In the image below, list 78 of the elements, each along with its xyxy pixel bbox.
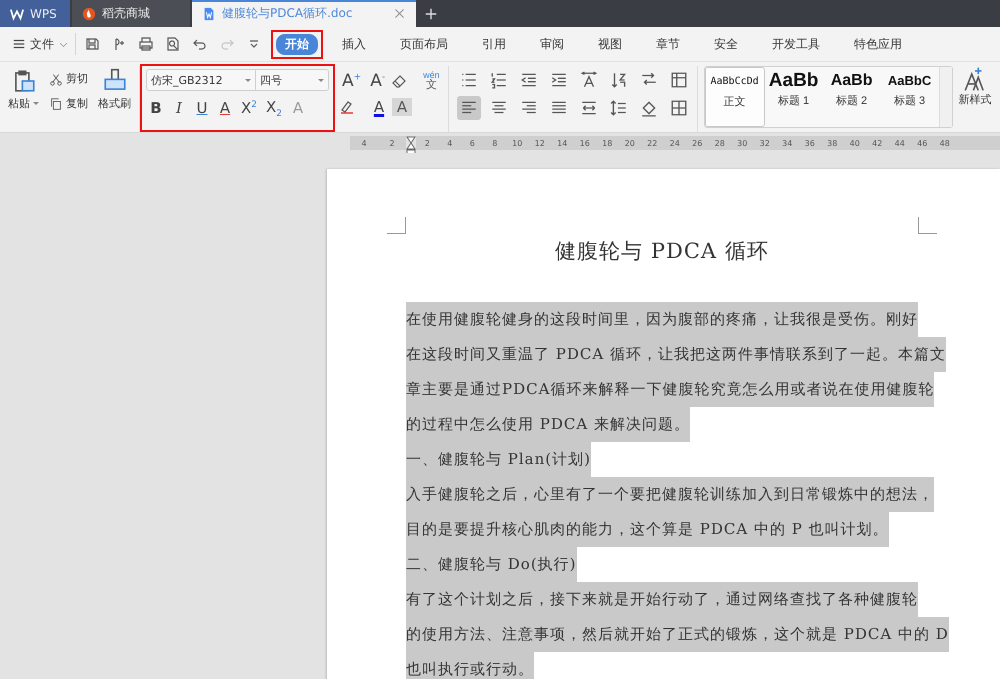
ruler-number: 32	[758, 138, 771, 148]
character-shading-button[interactable]: A	[392, 98, 412, 116]
eraser-icon[interactable]	[391, 73, 408, 89]
caret-icon	[33, 102, 39, 105]
ribbon-tab[interactable]: 页面布局	[389, 34, 459, 54]
document-title: 健腹轮与 PDCA 循环	[554, 238, 770, 265]
menu-icon	[12, 37, 26, 51]
ribbon-tab[interactable]: 审阅	[529, 34, 575, 54]
style-preset[interactable]: AaBb 标题 1	[764, 67, 823, 127]
ruler-number: 10	[511, 138, 524, 148]
ribbon-tab[interactable]: 视图	[587, 34, 633, 54]
ruler-number: 46	[916, 138, 928, 148]
font-color-button[interactable]: A	[369, 98, 389, 116]
scissors-icon	[49, 72, 63, 86]
print-preview-icon[interactable]	[165, 36, 181, 52]
cut-button[interactable]: 剪切	[47, 69, 90, 88]
ruler-number: 42	[871, 138, 884, 148]
crop-mark	[387, 217, 406, 234]
ribbon-tab[interactable]: 安全	[703, 34, 749, 54]
ruler-number: 28	[714, 138, 726, 148]
ruler-number: 2	[388, 138, 396, 148]
gallery-scrollbar[interactable]	[938, 67, 952, 127]
ruler-number: 30	[736, 138, 748, 148]
ruler-number: 40	[848, 138, 861, 148]
plus-icon[interactable]	[424, 6, 438, 20]
ruler-number: 14	[556, 138, 568, 148]
close-icon[interactable]	[393, 7, 406, 20]
ribbon-tab[interactable]: 开发工具	[761, 34, 831, 54]
ribbon-tab[interactable]: 插入	[331, 34, 377, 54]
ruler-number: 26	[691, 138, 704, 148]
ruler-number: 36	[804, 138, 816, 148]
ruler-number: 48	[938, 138, 951, 148]
ruler-number: 18	[601, 138, 614, 148]
ribbon-tab[interactable]: 开始	[276, 34, 318, 54]
highlighter-icon[interactable]	[339, 99, 355, 115]
crop-mark	[918, 217, 937, 234]
underline-button[interactable]: U	[192, 99, 212, 117]
italic-button[interactable]: I	[169, 99, 189, 117]
bold-button[interactable]: B	[146, 99, 166, 117]
document-tab[interactable]: 稻壳商城	[72, 0, 190, 27]
wps-logo-icon	[10, 6, 24, 20]
shrink-font-button[interactable]: A$^{-}$	[367, 71, 388, 91]
strikethrough-button[interactable]: A	[215, 99, 235, 117]
superscript-button[interactable]: X$^{2}$	[238, 99, 260, 117]
ruler-number: 24	[668, 138, 681, 148]
document-tab[interactable]: WPS	[0, 0, 70, 27]
ruler-number: 2	[424, 138, 431, 148]
ruler-number: 4	[446, 138, 454, 148]
file-menu-button[interactable]: 文件	[8, 34, 73, 54]
ruler-number: 44	[894, 138, 906, 148]
ruler-number: 22	[646, 138, 658, 148]
copy-icon	[49, 96, 63, 110]
save-icon[interactable]	[84, 36, 100, 52]
ruler-number: 6	[468, 138, 476, 148]
ruler-number: 16	[578, 138, 591, 148]
new-style-button[interactable]: 新样式	[958, 66, 992, 132]
ribbon-tab[interactable]: 引用	[471, 34, 517, 54]
ribbon-tab[interactable]: 章节	[645, 34, 691, 54]
paste-button[interactable]: 粘贴	[6, 66, 41, 132]
ruler-number: 12	[534, 138, 546, 148]
flame-icon	[82, 6, 96, 20]
grow-font-button[interactable]: A$^{+}$	[339, 71, 364, 91]
style-preset[interactable]: AaBb 标题 2	[822, 67, 881, 127]
ruler-number: 34	[781, 138, 794, 148]
style-preset[interactable]: AaBbC 标题 3	[880, 67, 939, 127]
ruler-number: 20	[624, 138, 636, 148]
format-painter-button[interactable]: 格式刷	[96, 66, 133, 132]
ruler-number: 4	[360, 138, 368, 148]
ruler-number: 8	[491, 138, 498, 148]
copy-button[interactable]: 复制	[47, 94, 90, 113]
subscript-button[interactable]: X$_{2}$	[263, 98, 286, 118]
style-preset[interactable]: AaBbCcDd 正文	[704, 67, 765, 127]
ribbon-tab[interactable]: 特色应用	[843, 34, 913, 54]
ruler-number: 38	[826, 138, 838, 148]
pinyin-button[interactable]: wén 文	[421, 71, 442, 91]
align-left-icon[interactable]	[456, 96, 481, 120]
document-icon	[202, 6, 216, 20]
print-icon[interactable]	[138, 36, 154, 52]
